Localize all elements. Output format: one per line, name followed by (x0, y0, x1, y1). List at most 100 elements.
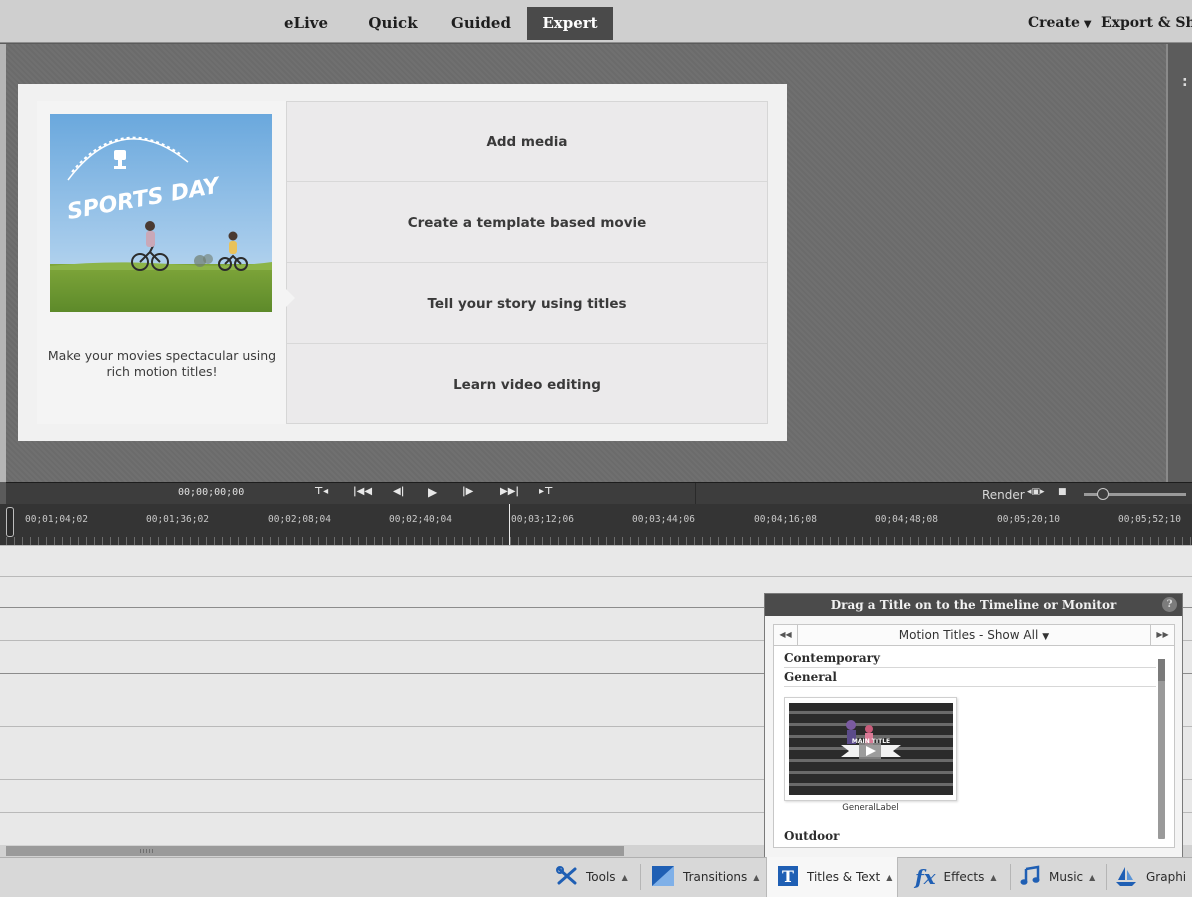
ruler-label: 00;03;12;06 (511, 514, 574, 525)
tab-elive[interactable]: eLive (284, 7, 328, 40)
category-bar: ◀◀ Motion Titles - Show All ▼ ▶▶ (774, 625, 1174, 646)
ruler-ticks (6, 537, 1192, 545)
go-to-next-edit-icon[interactable]: ▸⊤ (539, 486, 553, 497)
step-forward-icon[interactable]: |▶ (462, 486, 473, 497)
vscroll-thumb[interactable] (1158, 659, 1165, 681)
track-divider (0, 576, 1192, 577)
toolbar-divider (1010, 864, 1011, 890)
graphics-label: Graphi (1146, 870, 1187, 884)
current-timecode[interactable]: 00;00;00;00 (178, 487, 244, 498)
ruler-label: 00;02;08;04 (268, 514, 331, 525)
go-to-previous-edit-icon[interactable]: ⊤◂ (314, 486, 328, 497)
help-icon[interactable]: ? (1162, 597, 1177, 612)
tools-icon (556, 865, 578, 889)
ruler-label: 00;01;36;02 (146, 514, 209, 525)
right-collapsed-panel[interactable]: : (1166, 44, 1192, 482)
ruler-label: 00;04;48;08 (875, 514, 938, 525)
thumbnail-label: GeneralLabel (842, 803, 899, 813)
titles-vscrollbar[interactable] (1158, 659, 1165, 839)
track-divider (0, 545, 1192, 546)
zoom-out-icon[interactable]: ■ (1058, 487, 1067, 497)
section-outdoor[interactable]: Outdoor (784, 829, 1156, 845)
toolbar-divider (640, 864, 641, 890)
export-share-menu[interactable]: Export & Sha (1101, 7, 1192, 40)
caret-down-icon: ▼ (1083, 19, 1092, 30)
tools-label: Tools (586, 870, 616, 884)
welcome-preview: SPORTS DAY Make your movies spectacular … (37, 101, 286, 424)
title-preview-image: MAIN TITLE (789, 703, 953, 795)
welcome-options: Add media Create a template based movie … (286, 101, 768, 424)
section-general[interactable]: General (784, 670, 1156, 687)
option-story-titles[interactable]: Tell your story using titles (287, 264, 767, 344)
tools-button[interactable]: Tools ▲ (556, 858, 628, 896)
ruler-label: 00;03;44;06 (632, 514, 695, 525)
tab-guided[interactable]: Guided (448, 7, 514, 40)
music-button[interactable]: Music ▲ (1019, 858, 1095, 896)
toolbar-divider (1106, 864, 1107, 890)
option-template-movie[interactable]: Create a template based movie (287, 183, 767, 263)
top-mode-bar: eLive Quick Guided Expert Create ▼ Export… (0, 0, 1192, 43)
effects-label: Effects (943, 870, 985, 884)
titles-text-icon: T (777, 865, 799, 890)
caret-up-icon: ▲ (990, 872, 997, 882)
transport-bar: 00;00;00;00 ⊤◂ |◀◀ ◀| ▶ |▶ ▶▶| ▸⊤ Render… (6, 482, 1192, 505)
titles-text-button[interactable]: T Titles & Text ▲ (766, 857, 898, 897)
play-icon[interactable]: ▶ (428, 485, 437, 499)
create-label: Create (1028, 15, 1080, 31)
category-label: Motion Titles - Show All (898, 628, 1039, 642)
ruler-label: 00;02;40;04 (389, 514, 452, 525)
go-to-end-icon[interactable]: ▶▶| (500, 486, 519, 497)
work-area-handle[interactable] (6, 507, 14, 537)
caret-down-icon: ▼ (1042, 632, 1050, 642)
transitions-button[interactable]: Transitions ▲ (651, 858, 759, 896)
premiere-elements-window: eLive Quick Guided Expert Create ▼ Export… (0, 0, 1192, 897)
title-thumbnail[interactable]: MAIN TITLE (784, 697, 957, 801)
hscroll-thumb[interactable] (6, 846, 624, 856)
zoom-fit-icon[interactable]: ◂▣▸ (1027, 487, 1045, 497)
ruler-label: 00;05;20;10 (997, 514, 1060, 525)
step-back-icon[interactable]: ◀| (393, 486, 404, 497)
svg-text:T: T (782, 867, 794, 886)
zoom-slider-knob[interactable] (1097, 488, 1109, 500)
tab-quick[interactable]: Quick (364, 7, 422, 40)
music-label: Music (1049, 870, 1084, 884)
graphics-button[interactable]: Graphi (1114, 858, 1186, 896)
caret-up-icon: ▲ (1089, 872, 1096, 882)
panel-grip-icon: : (1182, 74, 1188, 90)
previous-category-icon[interactable]: ◀◀ (774, 625, 798, 645)
graphics-icon (1114, 865, 1138, 890)
titles-panel-body: ◀◀ Motion Titles - Show All ▼ ▶▶ Contempo… (773, 624, 1175, 848)
transitions-label: Transitions (683, 870, 748, 884)
music-icon (1019, 865, 1041, 890)
titles-text-label: Titles & Text (807, 870, 881, 884)
option-learn-editing[interactable]: Learn video editing (287, 345, 767, 425)
ruler-label: 00;04;16;08 (754, 514, 817, 525)
tab-expert[interactable]: Expert (527, 7, 613, 40)
playhead[interactable] (509, 504, 510, 545)
welcome-card: SPORTS DAY Make your movies spectacular … (18, 84, 787, 441)
effects-button[interactable]: fx Effects ▲ (915, 858, 996, 896)
next-category-icon[interactable]: ▶▶ (1150, 625, 1174, 645)
render-button[interactable]: Render (982, 488, 1025, 502)
category-dropdown[interactable]: Motion Titles - Show All ▼ (798, 625, 1150, 645)
sports-day-hero-image: SPORTS DAY (50, 114, 272, 312)
timeline-ruler[interactable]: 00;01;04;02 00;01;36;02 00;02;08;04 00;0… (0, 504, 1192, 545)
caret-up-icon: ▲ (886, 872, 893, 882)
stairs-preview-illustration: MAIN TITLE (789, 703, 953, 795)
create-menu[interactable]: Create ▼ (1028, 7, 1092, 40)
caret-up-icon: ▲ (621, 872, 628, 882)
pointer-arrow (286, 289, 295, 307)
option-add-media[interactable]: Add media (287, 102, 767, 182)
transitions-icon (651, 865, 675, 890)
hero-illustration: SPORTS DAY (50, 114, 272, 312)
titles-panel-header: Drag a Title on to the Timeline or Monit… (765, 594, 1182, 616)
caret-up-icon: ▲ (753, 872, 760, 882)
effects-icon: fx (915, 865, 936, 889)
section-contemporary[interactable]: Contemporary (784, 651, 1156, 668)
titles-panel: Drag a Title on to the Timeline or Monit… (764, 593, 1183, 859)
go-to-start-icon[interactable]: |◀◀ (353, 486, 372, 497)
welcome-description: Make your movies spectacular using rich … (47, 348, 277, 379)
transport-divider (695, 483, 696, 505)
ruler-label: 00;05;52;10 (1118, 514, 1181, 525)
ruler-label: 00;01;04;02 (25, 514, 88, 525)
